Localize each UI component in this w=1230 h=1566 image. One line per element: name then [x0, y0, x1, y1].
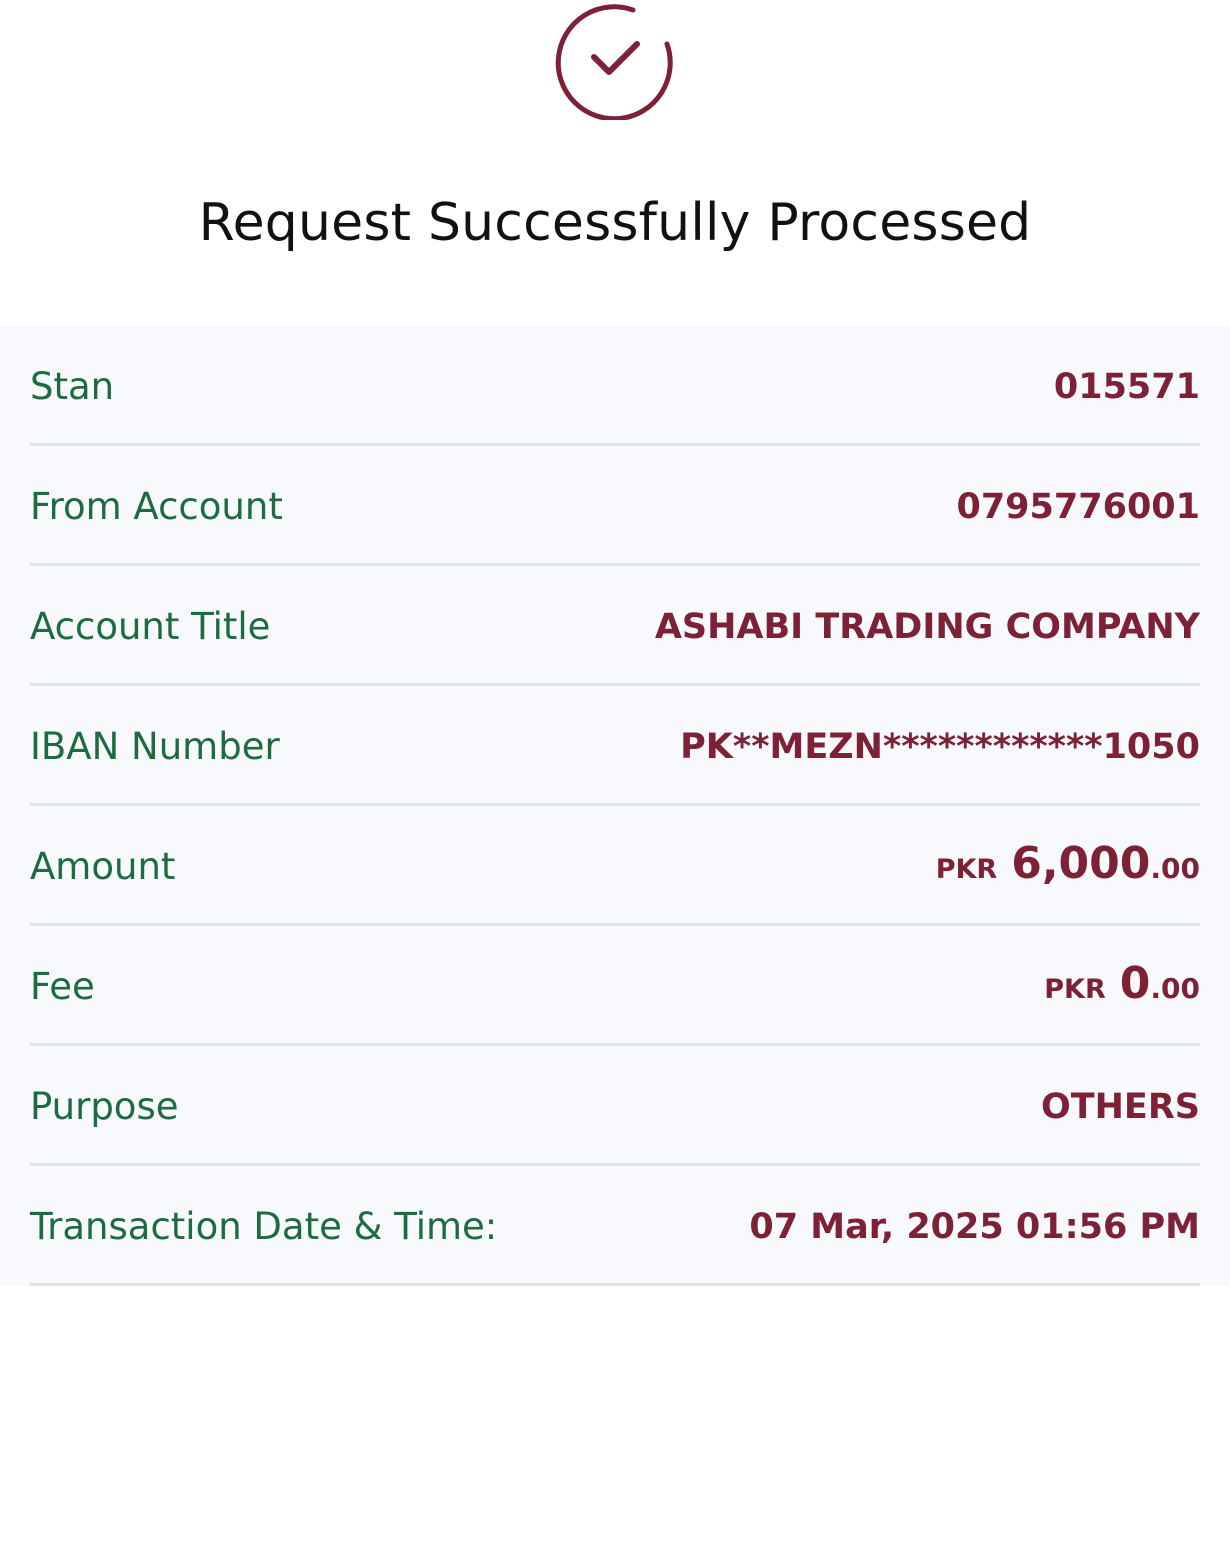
detail-row-fee: Fee PKR 0.00 [30, 926, 1200, 1046]
page-title: Request Successfully Processed [198, 193, 1032, 253]
detail-row-account-title: Account Title ASHABI TRADING COMPANY [30, 566, 1200, 686]
detail-row-amount: Amount PKR 6,000.00 [30, 806, 1200, 926]
iban-value: PK**MEZN************1050 [680, 727, 1200, 767]
iban-label: IBAN Number [30, 725, 280, 768]
amount-label: Amount [30, 845, 176, 888]
fee-decimal: .00 [1150, 972, 1200, 1005]
fee-label: Fee [30, 965, 95, 1008]
purpose-label: Purpose [30, 1085, 179, 1128]
stan-value: 015571 [1053, 367, 1200, 407]
detail-row-purpose: Purpose OTHERS [30, 1046, 1200, 1166]
account-title-value: ASHABI TRADING COMPANY [654, 607, 1200, 647]
fee-integer: 0 [1119, 958, 1151, 1009]
amount-currency: PKR [935, 854, 998, 885]
detail-row-stan: Stan 015571 [30, 326, 1200, 446]
datetime-label: Transaction Date & Time: [30, 1205, 498, 1248]
transaction-details: Stan 015571 From Account 0795776001 Acco… [0, 326, 1230, 1286]
success-check-icon [555, 0, 675, 122]
transaction-receipt: Request Successfully Processed Stan 0155… [0, 0, 1230, 1566]
detail-row-datetime: Transaction Date & Time: 07 Mar, 2025 01… [30, 1166, 1200, 1286]
fee-value: PKR 0.00 [1044, 958, 1200, 1009]
fee-currency: PKR [1044, 974, 1106, 1005]
stan-label: Stan [30, 365, 115, 408]
detail-row-from-account: From Account 0795776001 [30, 446, 1200, 566]
datetime-value: 07 Mar, 2025 01:56 PM [749, 1207, 1200, 1247]
from-account-value: 0795776001 [956, 487, 1200, 527]
from-account-label: From Account [30, 485, 283, 528]
amount-value: PKR 6,000.00 [936, 838, 1200, 889]
detail-row-iban: IBAN Number PK**MEZN************1050 [30, 686, 1200, 806]
purpose-value: OTHERS [1041, 1087, 1200, 1127]
amount-decimal: .00 [1150, 852, 1200, 885]
amount-integer: 6,000 [1011, 838, 1151, 889]
account-title-label: Account Title [30, 605, 271, 648]
